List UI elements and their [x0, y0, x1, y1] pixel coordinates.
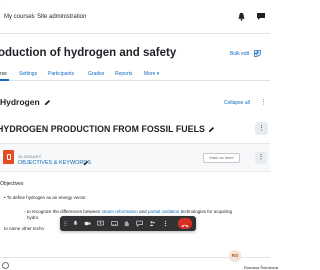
objective-text-1: To define hydrogen as an energy vector	[6, 195, 86, 200]
nav-separator: |	[32, 13, 34, 19]
tab-settings[interactable]: Settings	[19, 71, 37, 77]
activity-name-link[interactable]: OBJECTIVES & KEYWORDS	[18, 160, 91, 166]
edit-section-pencil-icon[interactable]	[44, 99, 51, 106]
active-tab-indicator	[0, 79, 9, 81]
top-navbar: ... My courses | Site administration	[0, 0, 270, 34]
mark-as-done-button[interactable]: Mark as done	[203, 153, 240, 163]
tab-reports[interactable]: Reports	[115, 71, 133, 77]
help-icon[interactable]	[2, 262, 9, 269]
camera-icon[interactable]	[84, 220, 91, 227]
activity-type-label: GLOSSARY	[18, 154, 42, 159]
bulk-edit-icon[interactable]	[254, 50, 261, 57]
user-avatar[interactable]: RS	[229, 250, 241, 262]
section-title: Hydrogen	[0, 97, 40, 107]
people-icon[interactable]	[149, 220, 156, 227]
faded-header-text: ...	[2, 0, 6, 5]
course-title: oduction of hydrogen and safety	[0, 47, 177, 59]
edit-subsection-pencil-icon[interactable]	[208, 126, 215, 133]
tab-participants[interactable]: Participants	[48, 71, 74, 77]
subsection-title: HYDROGEN PRODUCTION FROM FOSSIL FUELS	[0, 124, 205, 134]
tab-course[interactable]: rse	[0, 71, 7, 77]
objective-text-3: to name other techn	[4, 226, 45, 231]
objective-text-2c: technologies for acquiring	[180, 209, 232, 214]
course-tabs: rse Settings Participants Grades Reports…	[0, 69, 270, 81]
objectives-heading: Objectives	[0, 181, 24, 187]
partial-oxidation-link[interactable]: partial oxidation	[148, 209, 180, 214]
microphone-icon[interactable]	[72, 220, 79, 227]
nav-my-courses[interactable]: My courses	[4, 14, 35, 20]
objective-text-2-continued: hydro	[27, 215, 39, 220]
objective-text-2a: to recognize the differences between	[26, 209, 101, 214]
activity-row: GLOSSARY OBJECTIVES & KEYWORDS Mark as d…	[0, 143, 270, 172]
messages-icon[interactable]	[256, 12, 266, 21]
section-more-icon[interactable]: ⋮	[260, 98, 267, 106]
objective-item: ◦ to recognize the differences between s…	[24, 209, 232, 214]
tab-more[interactable]: More ▾	[144, 71, 159, 77]
objective-item: • To define hydrogen as an energy vector	[4, 195, 86, 200]
subsection-more-button[interactable]: ⋮	[255, 122, 268, 135]
leave-call-button[interactable]	[178, 218, 192, 229]
objective-text-2b: and	[139, 209, 147, 214]
steam-reformation-link[interactable]: steam reformation	[102, 209, 138, 214]
activity-more-button[interactable]: ⋮	[255, 152, 267, 164]
more-options-icon[interactable]	[162, 220, 169, 227]
present-screen-icon[interactable]	[97, 220, 104, 227]
nav-site-administration[interactable]: Site administration	[37, 14, 86, 20]
bulk-edit-link[interactable]: Bulk edit	[230, 51, 249, 57]
hang-up-icon	[181, 224, 189, 228]
collapse-all-link[interactable]: Collapse all	[224, 100, 250, 106]
drag-handle-icon[interactable]	[64, 221, 67, 226]
glossary-icon	[3, 150, 14, 164]
notification-bell-icon[interactable]	[237, 12, 246, 21]
chat-icon[interactable]	[136, 220, 143, 227]
tab-grades[interactable]: Grades	[88, 71, 104, 77]
captions-icon[interactable]	[111, 220, 118, 227]
raise-hand-icon[interactable]	[123, 220, 130, 227]
user-name: Romana Šmídková	[244, 265, 279, 270]
screen-share-toolbar	[60, 216, 196, 231]
edit-activity-pencil-icon[interactable]	[83, 160, 89, 166]
